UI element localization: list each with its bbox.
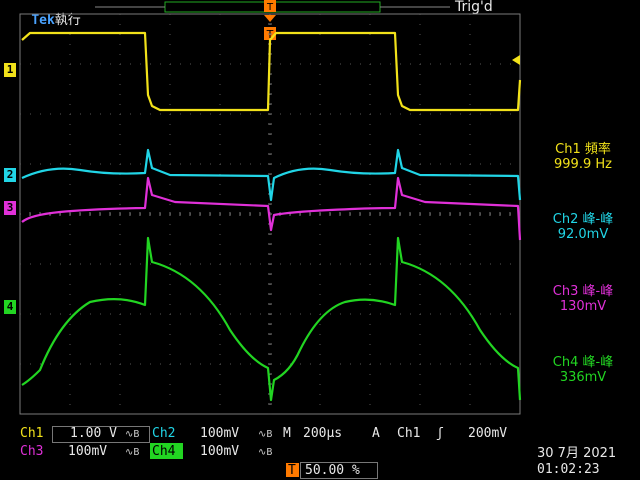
trigger-position-glyph: T: [266, 2, 274, 13]
ch4-label[interactable]: Ch4: [152, 444, 175, 460]
ch3-trace: [21, 176, 522, 241]
bandwidth-limit-icon: ∿B: [258, 447, 273, 458]
timebase-label: M: [283, 426, 291, 441]
measurement-label: Ch3 峰-峰: [552, 284, 614, 299]
ch2-ground-marker[interactable]: 2: [4, 168, 16, 182]
ch4-ground-marker[interactable]: 4: [4, 300, 16, 314]
ch2-scale: 100mV: [200, 426, 240, 441]
measurement-label: Ch1 頻率: [555, 142, 611, 157]
ch1-label[interactable]: Ch1: [20, 426, 43, 442]
ch2-trace: [21, 148, 522, 202]
ch1-ground-marker[interactable]: 1: [4, 63, 16, 77]
measurement-label: Ch2 峰-峰: [552, 212, 614, 227]
measurement-ch3: Ch3 峰-峰 130mV: [528, 284, 638, 314]
measurement-value: 130mV: [559, 299, 607, 314]
ch4-scale: 100mV: [200, 444, 240, 459]
measurement-value: 336mV: [559, 370, 607, 385]
measurement-ch4: Ch4 峰-峰 336mV: [528, 355, 638, 385]
ch3-label[interactable]: Ch3: [20, 444, 43, 460]
trigger-mode: A: [372, 426, 380, 441]
trigger-pos-marker: T: [288, 463, 296, 478]
trigger-source[interactable]: Ch1: [397, 426, 420, 442]
time: 01:02:23: [537, 462, 600, 477]
trigger-position: 50.00 %: [305, 463, 360, 478]
ch2-label[interactable]: Ch2: [152, 426, 175, 442]
trigger-level-icon[interactable]: [512, 55, 520, 65]
date: 30 7月 2021: [537, 446, 617, 461]
rising-edge-icon: ʃ: [436, 426, 444, 441]
bottom-status-bar: Ch1 1.00 V ∿B Ch2 100mV ∿B M 200μs A Ch1…: [0, 426, 640, 480]
ch3-ground-marker[interactable]: 3: [4, 201, 16, 215]
bandwidth-limit-icon: ∿B: [125, 447, 140, 458]
bandwidth-limit-icon: ∿B: [258, 429, 273, 440]
ch1-trace: [21, 31, 522, 112]
ch1-scale: 1.00 V: [70, 426, 117, 441]
measurement-value: 92.0mV: [557, 227, 609, 242]
ch4-trace: [21, 236, 522, 402]
measurement-label: Ch4 峰-峰: [552, 355, 614, 370]
timebase-value[interactable]: 200μs: [303, 426, 342, 442]
measurement-ch2: Ch2 峰-峰 92.0mV: [528, 212, 638, 242]
trigger-level[interactable]: 200mV: [468, 426, 507, 442]
trigger-arrow-icon: [264, 15, 276, 22]
ch3-scale: 100mV: [68, 444, 108, 459]
oscilloscope-screen: Tek執行 Trig'd T T 1 2 3 4 Ch1 頻率 999.9 Hz…: [0, 0, 640, 480]
traces: [21, 31, 522, 402]
measurement-ch1: Ch1 頻率 999.9 Hz: [528, 142, 638, 172]
measurement-value: 999.9 Hz: [554, 157, 612, 172]
bandwidth-limit-icon: ∿B: [125, 429, 140, 440]
